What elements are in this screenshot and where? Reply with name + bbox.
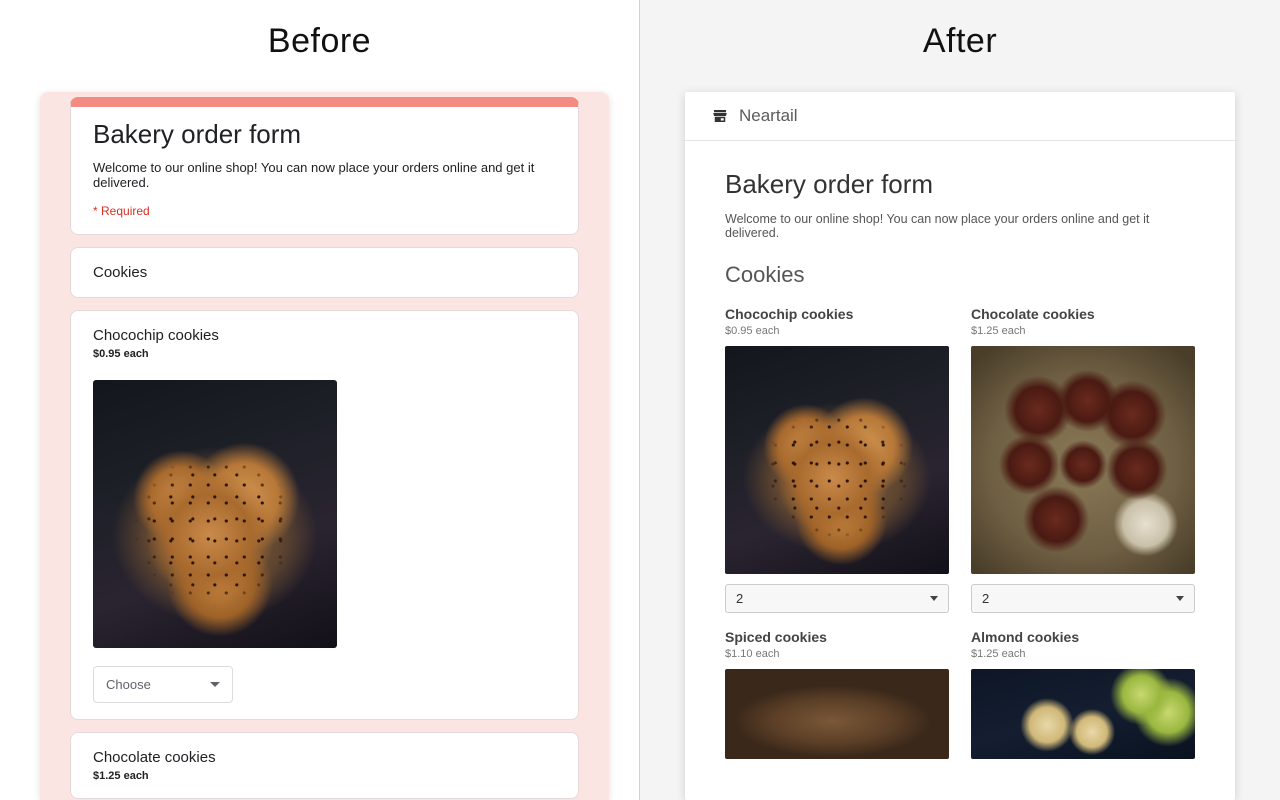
neartail-form-container: Neartail Bakery order form Welcome to ou… [685,92,1235,800]
form-title: Bakery order form [725,169,1195,200]
quantity-value: 2 [982,591,989,606]
product-grid: Chocochip cookies $0.95 each 2 Chocolate… [725,306,1195,759]
required-indicator: * Required [93,204,556,218]
product-price: $1.25 each [971,325,1195,337]
after-column: After Neartail Bakery order form Welcome… [640,0,1280,800]
storefront-icon [711,107,729,125]
product-price: $0.95 each [725,325,949,337]
product-image [725,669,949,759]
before-heading: Before [0,22,639,61]
product-card-chocolate: Chocolate cookies $1.25 each 2 [971,306,1195,613]
chevron-down-icon [1176,596,1184,601]
product-card-almond: Almond cookies $1.25 each [971,629,1195,759]
product-price: $1.25 each [93,770,556,782]
after-heading: After [640,22,1280,61]
product-name: Chocolate cookies [971,306,1195,322]
form-description: Welcome to our online shop! You can now … [93,160,556,190]
product-name: Chocolate cookies [93,749,556,766]
form-description: Welcome to our online shop! You can now … [725,212,1195,240]
product-price: $0.95 each [93,348,556,360]
product-name: Spiced cookies [725,629,949,645]
product-card-chocochip: Chocochip cookies $0.95 each Choose [70,310,579,720]
quantity-dropdown[interactable]: Choose [93,666,233,703]
product-name: Almond cookies [971,629,1195,645]
quantity-dropdown[interactable]: 2 [725,584,949,613]
product-card-chocolate: Chocolate cookies $1.25 each [70,732,579,799]
brand-header: Neartail [685,92,1235,141]
quantity-value: 2 [736,591,743,606]
form-body: Bakery order form Welcome to our online … [685,141,1235,800]
product-image [971,346,1195,574]
form-header-card: Bakery order form Welcome to our online … [70,97,579,235]
before-column: Before Bakery order form Welcome to our … [0,0,640,800]
section-title: Cookies [725,262,1195,288]
form-title: Bakery order form [93,119,556,150]
product-image [725,346,949,574]
chevron-down-icon [210,682,220,687]
product-price: $1.10 each [725,648,949,660]
dropdown-placeholder: Choose [106,677,151,692]
chevron-down-icon [930,596,938,601]
brand-name: Neartail [739,106,798,126]
product-price: $1.25 each [971,648,1195,660]
product-image [971,669,1195,759]
product-image [93,380,337,648]
quantity-dropdown[interactable]: 2 [971,584,1195,613]
product-card-chocochip: Chocochip cookies $0.95 each 2 [725,306,949,613]
product-card-spiced: Spiced cookies $1.10 each [725,629,949,759]
google-form-container: Bakery order form Welcome to our online … [40,92,609,800]
product-name: Chocochip cookies [725,306,949,322]
section-card: Cookies [70,247,579,298]
section-title: Cookies [93,264,556,281]
product-name: Chocochip cookies [93,327,556,344]
